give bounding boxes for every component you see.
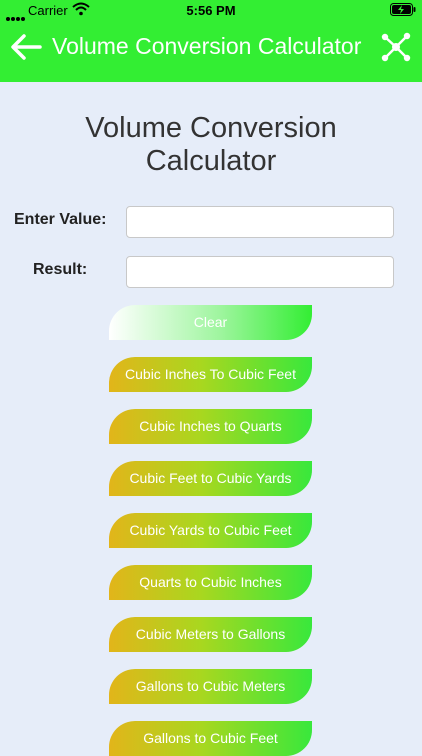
result-label: Result: — [33, 261, 88, 278]
page-title-line2: Calculator — [145, 145, 277, 177]
page-title-line1: Volume Conversion — [85, 112, 337, 144]
clear-button[interactable]: Clear — [109, 305, 312, 340]
cubic-inches-to-quarts-button[interactable]: Cubic Inches to Quarts — [109, 409, 312, 444]
share-network-icon[interactable] — [380, 31, 412, 63]
cubic-meters-to-gallons-button[interactable]: Cubic Meters to Gallons — [109, 617, 312, 652]
cubic-inches-to-cubic-feet-button[interactable]: Cubic Inches To Cubic Feet — [109, 357, 312, 392]
cubic-yards-to-cubic-feet-button[interactable]: Cubic Yards to Cubic Feet — [109, 513, 312, 548]
cubic-feet-to-cubic-yards-button[interactable]: Cubic Feet to Cubic Yards — [109, 461, 312, 496]
back-arrow-icon[interactable] — [10, 32, 42, 62]
quarts-to-cubic-inches-button[interactable]: Quarts to Cubic Inches — [109, 565, 312, 600]
status-bar: Carrier 5:56 PM — [0, 0, 422, 22]
enter-value-label: Enter Value: — [14, 211, 107, 228]
battery-charging-icon — [390, 3, 416, 16]
gallons-to-cubic-feet-button[interactable]: Gallons to Cubic Feet — [109, 721, 312, 756]
nav-bar: Carrier 5:56 PM Volume Conversion Calcul… — [0, 0, 422, 82]
nav-title: Volume Conversion Calculator — [52, 33, 362, 59]
gallons-to-cubic-meters-button[interactable]: Gallons to Cubic Meters — [109, 669, 312, 704]
result-field[interactable] — [126, 256, 394, 288]
enter-value-input[interactable] — [126, 206, 394, 238]
page-title: Volume Conversion Calculator — [0, 112, 422, 178]
clock: 5:56 PM — [186, 3, 236, 18]
